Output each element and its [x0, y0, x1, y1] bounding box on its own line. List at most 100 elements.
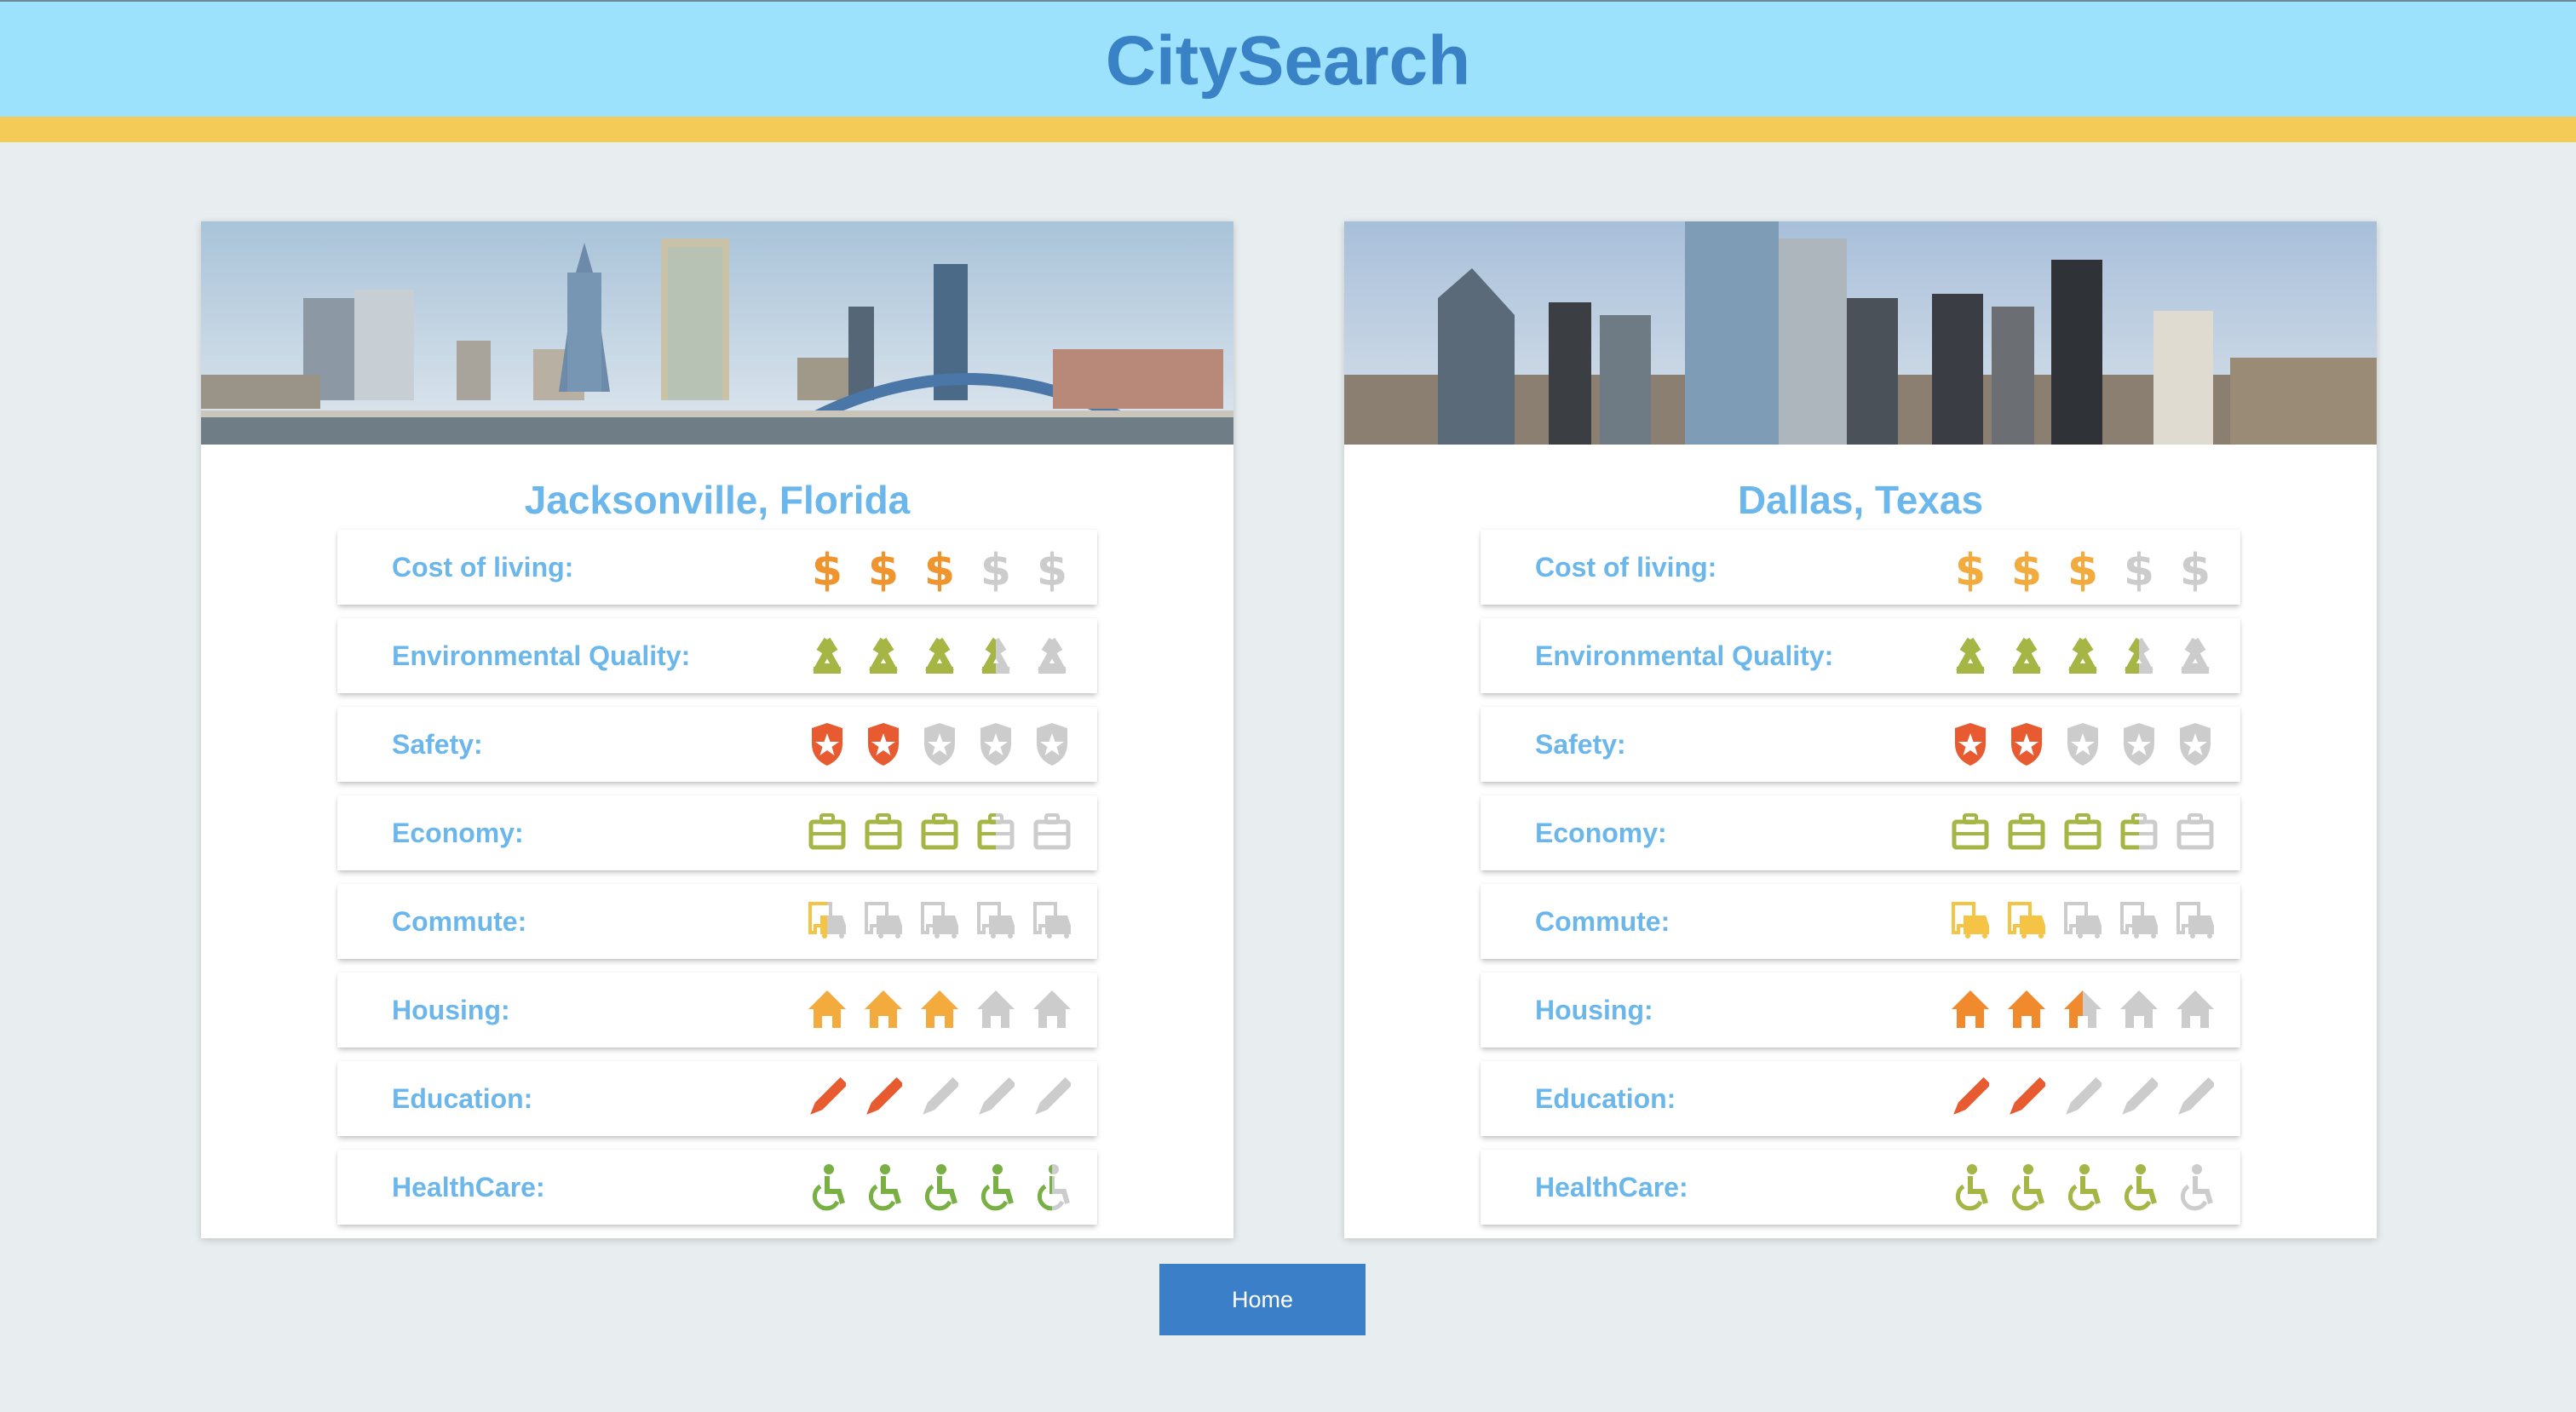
pencil-icon [2167, 1073, 2223, 1124]
house-icon [2167, 984, 2223, 1036]
pencil-icon [968, 1073, 1024, 1124]
pencil-icon [2055, 1073, 2111, 1124]
rating-icons-safety [799, 719, 1080, 770]
commute-icon [911, 896, 968, 947]
shield-star-icon [1998, 719, 2055, 770]
commute-icon [2167, 896, 2223, 947]
rating-label: Environmental Quality: [1535, 640, 1834, 671]
rating-row-env: Environmental Quality: [1481, 618, 2240, 693]
wheelchair-icon [2167, 1162, 2223, 1213]
briefcase-icon [799, 807, 855, 858]
svg-text:$: $ [924, 545, 955, 592]
rating-label: Environmental Quality: [392, 640, 691, 671]
rating-icons-education [799, 1073, 1080, 1124]
recycle-icon [799, 630, 855, 681]
pencil-icon [855, 1073, 911, 1124]
briefcase-icon [911, 807, 968, 858]
rating-row-cost: Cost of living: $ $ $ $ $ $ $ $ [337, 530, 1097, 605]
rating-label: Housing: [1535, 995, 1653, 1025]
house-icon [2055, 984, 2111, 1036]
briefcase-icon [968, 807, 1024, 858]
dollar-icon: $ $ [2055, 542, 2111, 593]
commute-icon [1998, 896, 2055, 947]
dollar-icon: $ [968, 542, 1024, 593]
house-icon [1942, 984, 1998, 1036]
city-name: Jacksonville, Florida [524, 478, 911, 522]
briefcase-icon [1998, 807, 2055, 858]
dollar-icon: $ $ [1998, 542, 2055, 593]
pencil-icon [911, 1073, 968, 1124]
wheelchair-icon [1942, 1162, 1998, 1213]
house-icon [855, 984, 911, 1036]
rating-label: Commute: [392, 906, 527, 937]
rating-icons-commute [1942, 896, 2223, 947]
dollar-icon: $ $ [911, 542, 968, 593]
rating-label: Education: [392, 1083, 533, 1114]
rating-label: Economy: [1535, 818, 1667, 848]
rating-label: Safety: [1535, 729, 1626, 760]
wheelchair-icon [1998, 1162, 2055, 1213]
header-stripe [0, 117, 2576, 142]
city-card-dallas: Dallas, Texas Cost of living: $ $ $ $ $ $ $ $… [1344, 221, 2377, 1238]
recycle-icon [1024, 630, 1080, 681]
rating-label: Safety: [392, 729, 483, 760]
rating-row-education: Education: [337, 1061, 1097, 1136]
dollar-icon: $ [1024, 542, 1080, 593]
rating-icons-env [1942, 630, 2223, 681]
commute-icon [1942, 896, 1998, 947]
shield-star-icon [1024, 719, 1080, 770]
svg-text:$: $ [2124, 545, 2154, 592]
rating-icons-health [799, 1162, 1080, 1213]
recycle-icon [968, 630, 1024, 681]
pencil-icon [1024, 1073, 1080, 1124]
briefcase-icon [1024, 807, 1080, 858]
rating-row-health: HealthCare: [337, 1150, 1097, 1225]
rating-icons-housing [1942, 984, 2223, 1036]
house-icon [2111, 984, 2167, 1036]
dollar-icon: $ $ [1942, 542, 1998, 593]
city-name: Dallas, Texas [1737, 478, 1984, 522]
dollar-icon: $ $ [855, 542, 911, 593]
svg-text:$: $ [1037, 545, 1067, 592]
house-icon [968, 984, 1024, 1036]
rating-icons-cost: $ $ $ $ $ $ $ $ [1942, 542, 2223, 593]
rating-row-env: Environmental Quality: [337, 618, 1097, 693]
rating-label: HealthCare: [1535, 1172, 1688, 1202]
rating-label: Economy: [392, 818, 524, 848]
pencil-icon [1942, 1073, 1998, 1124]
rating-row-housing: Housing: [337, 973, 1097, 1048]
rating-row-commute: Commute: [1481, 884, 2240, 959]
svg-text:$: $ [2180, 545, 2211, 592]
commute-icon [968, 896, 1024, 947]
commute-icon [855, 896, 911, 947]
jacksonville-skyline-image [201, 221, 1233, 445]
rating-icons-health [1942, 1162, 2223, 1213]
shield-star-icon [2111, 719, 2167, 770]
app-header: CitySearch [0, 0, 2576, 117]
rating-row-housing: Housing: [1481, 973, 2240, 1048]
rating-row-safety: Safety: [1481, 707, 2240, 782]
commute-icon [799, 896, 855, 947]
dollar-icon: $ $ [799, 542, 855, 593]
rating-label: Housing: [392, 995, 510, 1025]
recycle-icon [1998, 630, 2055, 681]
wheelchair-icon [2055, 1162, 2111, 1213]
commute-icon [2055, 896, 2111, 947]
rating-icons-commute [799, 896, 1080, 947]
rating-icons-economy [1942, 807, 2223, 858]
recycle-icon [1942, 630, 1998, 681]
rating-row-economy: Economy: [1481, 795, 2240, 870]
rating-label: Education: [1535, 1083, 1676, 1114]
recycle-icon [911, 630, 968, 681]
shield-star-icon [968, 719, 1024, 770]
pencil-icon [1998, 1073, 2055, 1124]
rating-icons-housing [799, 984, 1080, 1036]
svg-text:$: $ [868, 545, 899, 592]
rating-row-cost: Cost of living: $ $ $ $ $ $ $ $ [1481, 530, 2240, 605]
home-button[interactable]: Home [1159, 1264, 1366, 1335]
dallas-skyline-image [1344, 221, 2377, 445]
wheelchair-icon [911, 1162, 968, 1213]
wheelchair-icon [855, 1162, 911, 1213]
rating-icons-economy [799, 807, 1080, 858]
rating-row-economy: Economy: [337, 795, 1097, 870]
